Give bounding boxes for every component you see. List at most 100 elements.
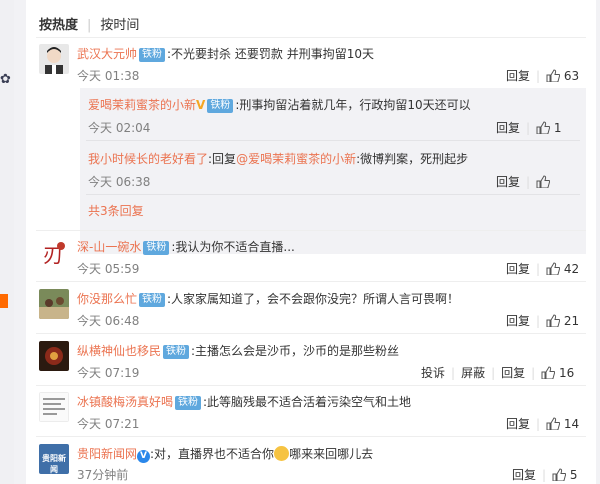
comment-body: :不光要封杀 还要罚款 并刑事拘留10天 — [167, 47, 374, 61]
comment-body: :我认为你不适合直播... — [171, 240, 295, 254]
reply-button[interactable]: 回复 — [506, 262, 530, 276]
fan-badge: 铁粉 — [207, 99, 234, 113]
thumbs-up-icon — [541, 366, 556, 379]
divider — [36, 37, 586, 38]
sub-reply-text: 我小时候长的老好看了:回复@爱喝茉莉蜜茶的小新:微博判案，死刑起步 — [88, 150, 468, 167]
comment-time: 今天 01:38 — [77, 69, 140, 83]
gear-icon[interactable]: ✿ — [0, 72, 11, 87]
sub-reply-body: :微博判案，死刑起步 — [356, 152, 469, 166]
reply-button[interactable]: 回复 — [496, 121, 520, 135]
like-button[interactable]: 1 — [536, 121, 562, 135]
like-button[interactable]: 16 — [541, 366, 574, 380]
divider — [86, 194, 580, 195]
block-button[interactable]: 屏蔽 — [461, 366, 485, 380]
user-name[interactable]: 贵阳新闻网 — [77, 447, 137, 461]
fan-badge: 铁粉 — [175, 396, 202, 410]
comment-time: 37分钟前 — [77, 468, 129, 482]
comment-text: 冰镇酸梅汤真好喝 铁粉:此等脑残最不适合活着污染空气和土地 — [77, 393, 411, 410]
comment-body-continued: 哪来来回哪儿去 — [289, 447, 374, 461]
like-button[interactable]: 42 — [546, 262, 579, 276]
like-count: 16 — [559, 366, 575, 380]
thinking-emoji-icon — [274, 446, 290, 461]
avatar[interactable] — [39, 341, 69, 371]
comment-text: 纵横神仙也移民 铁粉:主播怎么会是沙币，沙币的是那些粉丝 — [77, 342, 399, 359]
sub-reply-text: 爱喝茉莉蜜茶的小新V 铁粉:刑事拘留沾着就几年，行政拘留10天还可以 — [88, 96, 471, 113]
sub-reply-time: 今天 02:04 — [88, 121, 151, 135]
sub-reply-time: 今天 06:38 — [88, 175, 151, 189]
comment-time: 今天 06:48 — [77, 314, 140, 328]
divider — [36, 333, 586, 334]
sidebar-marker — [0, 294, 8, 308]
like-count: 1 — [553, 121, 562, 135]
like-count: 21 — [563, 314, 580, 328]
report-button[interactable]: 投诉 — [421, 366, 445, 380]
comment-text: 贵阳新闻网 V:对，直播界也不适合你 哪来来回哪儿去 — [77, 445, 373, 463]
comment-panel: 按热度 | 按时间 武汉大元帅 铁粉:不光要封杀 还要罚款 并刑事拘留10天 今天 0… — [26, 0, 596, 484]
user-name[interactable]: 武汉大元帅 — [77, 47, 137, 61]
like-count: 63 — [563, 69, 580, 83]
avatar[interactable] — [39, 44, 69, 74]
divider — [86, 140, 580, 141]
reply-button[interactable]: 回复 — [506, 314, 530, 328]
like-button[interactable]: 21 — [546, 314, 579, 328]
reply-button[interactable]: 回复 — [506, 417, 530, 431]
like-button[interactable]: 14 — [546, 417, 579, 431]
reply-button[interactable]: 回复 — [506, 69, 530, 83]
avatar[interactable] — [39, 289, 69, 319]
fan-badge: 铁粉 — [143, 241, 170, 255]
comment-actions: 回复 | 21 — [506, 314, 580, 328]
divider — [36, 436, 586, 437]
sub-reply-actions: 回复 | 1 — [496, 121, 562, 135]
mention-link[interactable]: @爱喝茉莉蜜茶的小新 — [236, 152, 356, 166]
sub-reply-actions: 回复 | — [496, 173, 551, 190]
comment-actions: 回复 | 42 — [506, 262, 580, 276]
thumbs-up-icon — [546, 417, 561, 430]
avatar[interactable]: 贵阳新闻 — [39, 444, 69, 474]
comment-text: 武汉大元帅 铁粉:不光要封杀 还要罚款 并刑事拘留10天 — [77, 45, 374, 62]
comment-text: 你没那么忙 铁粉:人家家属知道了，会不会跟你没完？所谓人言可畏啊！ — [77, 290, 459, 307]
user-name[interactable]: 我小时候长的老好看了 — [88, 152, 208, 166]
sort-bar: 按热度 | 按时间 — [39, 18, 140, 33]
comment-actions: 回复 | 14 — [506, 417, 580, 431]
comment-actions: 回复 | 63 — [506, 69, 580, 83]
comment-time: 今天 07:19 — [77, 366, 140, 380]
sub-reply-body: :刑事拘留沾着就几年，行政拘留10天还可以 — [235, 98, 471, 112]
comment-body: :人家家属知道了，会不会跟你没完？所谓人言可畏啊！ — [167, 292, 460, 306]
user-name[interactable]: 你没那么忙 — [77, 292, 137, 306]
comment-time: 今天 07:21 — [77, 417, 140, 431]
comment-actions: 投诉 | 屏蔽 | 回复 | 16 — [421, 366, 575, 380]
reply-button[interactable]: 回复 — [512, 468, 536, 482]
comment-time: 今天 05:59 — [77, 262, 140, 276]
thumbs-up-icon — [536, 121, 551, 134]
sort-by-hot-tab[interactable]: 按热度 — [39, 18, 78, 33]
avatar-text: 贵阳新闻 — [42, 454, 66, 474]
user-name[interactable]: 冰镇酸梅汤真好喝 — [77, 395, 173, 409]
comment-text: 深-山一碗水 铁粉:我认为你不适合直播... — [77, 238, 295, 255]
comment-body: :对，直播界也不适合你 — [150, 447, 275, 461]
like-button[interactable]: 63 — [546, 69, 579, 83]
thumbs-up-icon — [546, 69, 561, 82]
divider — [36, 385, 586, 386]
fan-badge: 铁粉 — [139, 48, 166, 62]
user-name[interactable]: 爱喝茉莉蜜茶的小新 — [88, 98, 196, 112]
like-count: 14 — [563, 417, 580, 431]
sort-by-time-tab[interactable]: 按时间 — [100, 18, 139, 33]
reply-button[interactable]: 回复 — [496, 175, 520, 189]
avatar[interactable] — [39, 392, 69, 422]
user-name[interactable]: 深-山一碗水 — [77, 240, 141, 254]
thumbs-up-icon — [546, 314, 561, 327]
divider — [36, 281, 586, 282]
thumbs-up-icon — [552, 468, 567, 481]
avatar[interactable]: 刃 — [39, 238, 69, 268]
more-replies-link[interactable]: 共3条回复 — [88, 202, 144, 219]
comment-actions: 回复 | 5 — [512, 468, 578, 482]
fan-badge: 铁粉 — [139, 293, 166, 307]
divider — [36, 230, 586, 231]
like-count: 5 — [569, 468, 578, 482]
thumbs-up-icon — [536, 175, 551, 188]
reply-button[interactable]: 回复 — [501, 366, 525, 380]
comment-body: :此等脑残最不适合活着污染空气和土地 — [203, 395, 412, 409]
like-button[interactable] — [536, 175, 551, 189]
user-name[interactable]: 纵横神仙也移民 — [77, 344, 161, 358]
like-button[interactable]: 5 — [552, 468, 578, 482]
